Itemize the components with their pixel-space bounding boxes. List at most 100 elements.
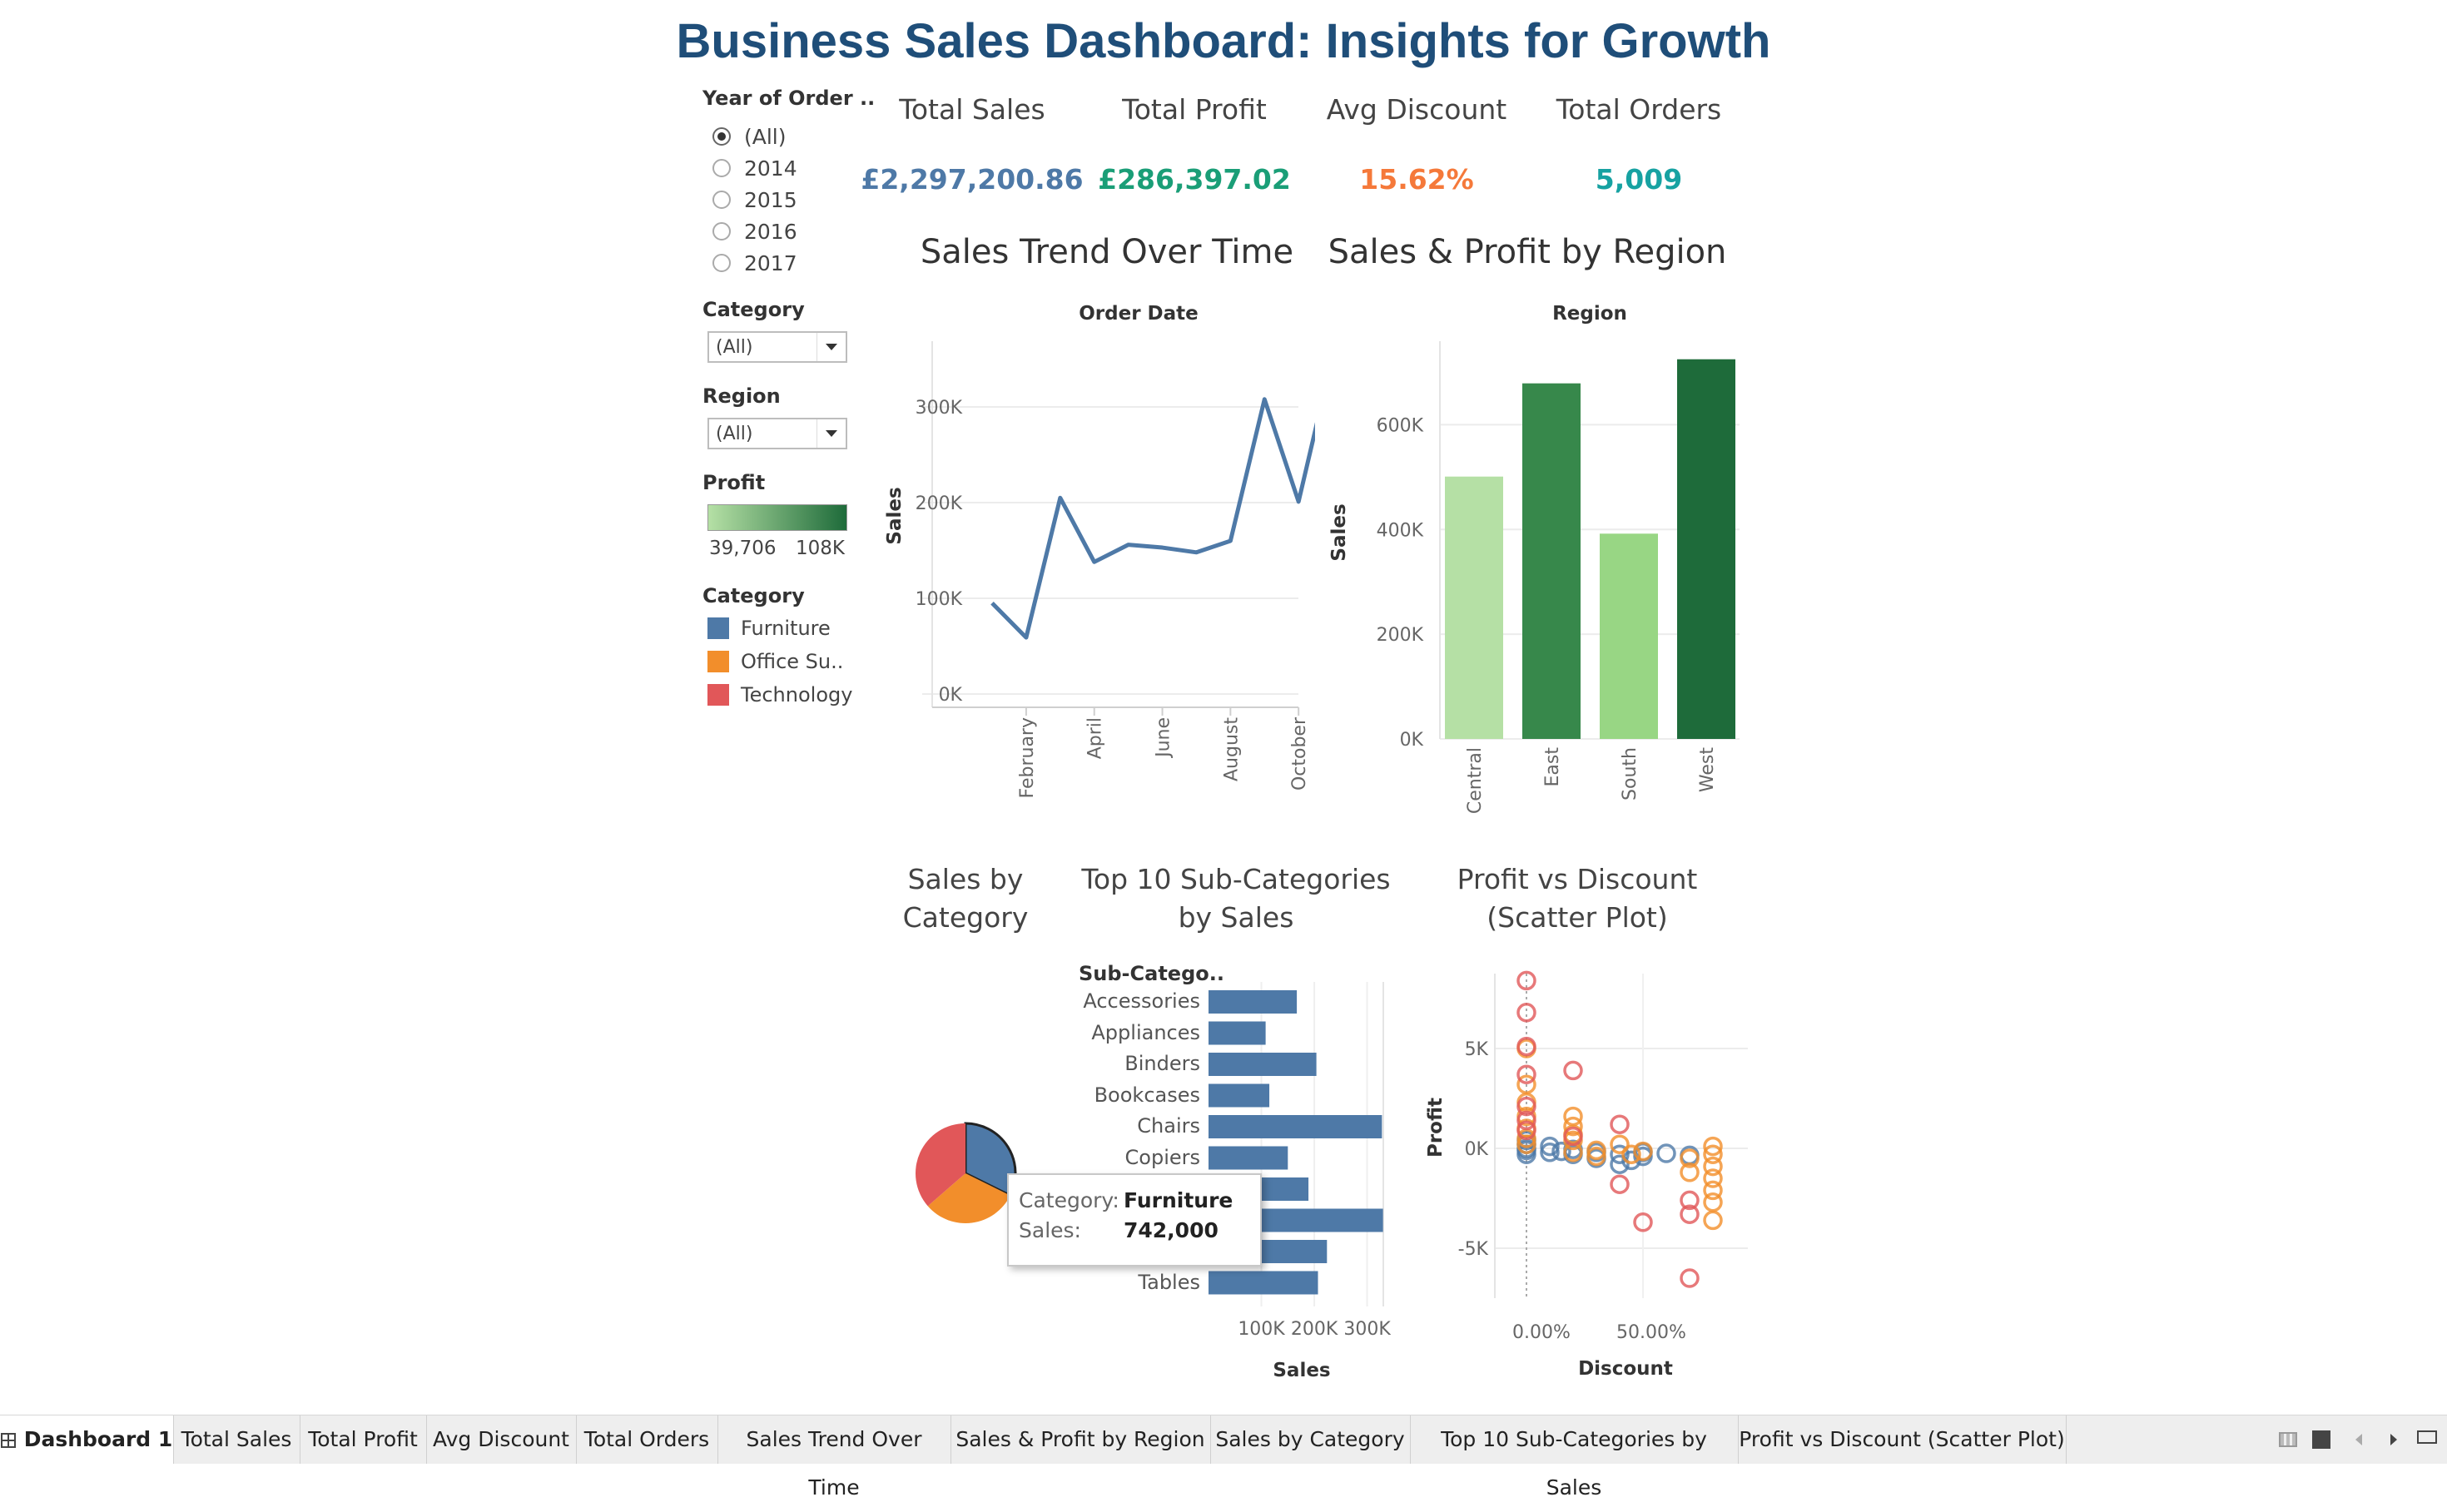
region-bar[interactable] bbox=[1445, 476, 1503, 739]
scatter-point[interactable] bbox=[1703, 1210, 1723, 1231]
kpi-avg-discount-value: 15.62% bbox=[1359, 163, 1474, 196]
subcategory-label: Binders bbox=[1124, 1052, 1200, 1075]
filmstrip-view-icon[interactable] bbox=[2312, 1430, 2330, 1449]
subcategory-bar[interactable] bbox=[1209, 1083, 1270, 1108]
sales-trend-series-line[interactable] bbox=[990, 356, 1315, 640]
kpi-total-orders-label: Total Orders bbox=[1556, 93, 1722, 126]
subcategory-bar[interactable] bbox=[1209, 1271, 1318, 1295]
profit-vs-discount-scatter[interactable]: Profit 5K 0K -5K 0.00% 50.00% Discount bbox=[1415, 957, 1756, 1390]
y-tick-label: 0K bbox=[1400, 730, 1424, 751]
y-tick-label: 5K bbox=[1465, 1039, 1489, 1060]
subcategory-label: Copiers bbox=[1124, 1145, 1200, 1169]
subcategory-bar[interactable] bbox=[1209, 1115, 1382, 1138]
tab-sales-profit-region[interactable]: Sales & Profit by Region bbox=[951, 1415, 1211, 1464]
chevron-down-icon[interactable] bbox=[816, 333, 846, 361]
pie-section-title: Sales by Category bbox=[902, 863, 1029, 934]
region-bar-chart[interactable]: Region Sales 0K 200K 400K 600K Central East S… bbox=[1315, 291, 1748, 832]
scatter-point[interactable] bbox=[1680, 1268, 1700, 1288]
radio-icon[interactable] bbox=[712, 159, 731, 177]
scroll-left-icon[interactable] bbox=[2355, 1434, 2362, 1445]
x-tick-label: 0.00% bbox=[1512, 1322, 1571, 1343]
sheet-tab-bar: Dashboard 1 Total Sales Total Profit Avg… bbox=[0, 1415, 2447, 1500]
swatch-icon bbox=[707, 684, 729, 706]
tab-sales-by-category[interactable]: Sales by Category bbox=[1210, 1415, 1411, 1464]
region-bar[interactable] bbox=[1677, 359, 1735, 739]
tab-total-profit[interactable]: Total Profit bbox=[300, 1415, 427, 1464]
tab-dashboard-1[interactable]: Dashboard 1 bbox=[0, 1415, 174, 1464]
tab-profit-vs-discount[interactable]: Profit vs Discount (Scatter Plot) bbox=[1738, 1415, 2067, 1464]
region-dropdown-value: (All) bbox=[716, 424, 753, 444]
subcategory-label: Tables bbox=[1138, 1270, 1200, 1294]
year-option-2017[interactable]: 2017 bbox=[712, 248, 797, 278]
year-option-2016[interactable]: 2016 bbox=[712, 216, 797, 246]
pie-tooltip: Category: Furniture Sales: 742,000 bbox=[1007, 1173, 1262, 1267]
scatter-section-title: Profit vs Discount (Scatter Plot) bbox=[1457, 863, 1698, 934]
y-tick-label: 200K bbox=[916, 493, 963, 514]
tab-avg-discount[interactable]: Avg Discount bbox=[426, 1415, 577, 1464]
year-option-all[interactable]: (All) bbox=[712, 121, 787, 151]
kpi-total-orders-value: 5,009 bbox=[1595, 163, 1683, 196]
tab-sales-trend[interactable]: Sales Trend Over Time bbox=[717, 1415, 951, 1500]
x-tick-label: West bbox=[1697, 747, 1718, 792]
region-section-title: Sales & Profit by Region bbox=[1328, 233, 1727, 271]
subcategory-bar[interactable] bbox=[1209, 1053, 1317, 1076]
subcategory-bar[interactable] bbox=[1209, 990, 1298, 1014]
dashboard-title: Business Sales Dashboard: Insights for G… bbox=[676, 14, 1771, 68]
y-tick-label: 200K bbox=[1377, 625, 1424, 646]
radio-icon[interactable] bbox=[712, 254, 731, 272]
scatter-point[interactable] bbox=[1563, 1106, 1583, 1127]
radio-icon[interactable] bbox=[712, 222, 731, 240]
sales-by-category-pie[interactable] bbox=[907, 1115, 1024, 1232]
chevron-down-icon[interactable] bbox=[816, 419, 846, 448]
scatter-point[interactable] bbox=[1610, 1114, 1630, 1134]
scatter-point[interactable] bbox=[1610, 1174, 1630, 1194]
scatter-xlabel: Discount bbox=[1578, 1358, 1673, 1380]
swatch-icon bbox=[707, 617, 729, 639]
tab-total-sales[interactable]: Total Sales bbox=[173, 1415, 300, 1464]
region-filter-label: Region bbox=[702, 384, 781, 408]
x-tick-label: June bbox=[1154, 717, 1174, 759]
subcategory-label: Accessories bbox=[1083, 989, 1200, 1013]
region-bar[interactable] bbox=[1522, 383, 1581, 739]
presentation-mode-icon[interactable] bbox=[2417, 1430, 2437, 1444]
y-tick-label: -5K bbox=[1458, 1239, 1489, 1260]
subcategory-bar[interactable] bbox=[1209, 1021, 1266, 1045]
kpi-total-profit-label: Total Profit bbox=[1122, 93, 1267, 126]
x-tick-label: April bbox=[1085, 717, 1106, 759]
legend-item-office-supplies[interactable]: Office Su.. bbox=[707, 649, 843, 674]
x-tick-label: South bbox=[1620, 747, 1640, 801]
tab-total-orders[interactable]: Total Orders bbox=[576, 1415, 718, 1464]
tooltip-sales-value: 742,000 bbox=[1124, 1218, 1219, 1242]
profit-color-ramp bbox=[707, 504, 847, 531]
scatter-point[interactable] bbox=[1703, 1192, 1723, 1212]
x-tick-label: East bbox=[1542, 747, 1563, 787]
profit-legend-min: 39,706 bbox=[709, 538, 777, 559]
grid-view-icon[interactable] bbox=[2279, 1432, 2297, 1447]
radio-icon[interactable] bbox=[712, 127, 731, 146]
year-option-2014[interactable]: 2014 bbox=[712, 153, 797, 183]
radio-icon[interactable] bbox=[712, 191, 731, 209]
tab-top10-subcategories[interactable]: Top 10 Sub-Categories by Sales bbox=[1410, 1415, 1739, 1500]
dashboard-icon bbox=[0, 1433, 16, 1448]
profit-legend-max: 108K bbox=[796, 538, 845, 559]
legend-item-technology[interactable]: Technology bbox=[707, 682, 852, 707]
y-tick-label: 0K bbox=[1465, 1139, 1489, 1160]
trend-section-title: Sales Trend Over Time bbox=[920, 233, 1294, 271]
scatter-point[interactable] bbox=[1563, 1060, 1583, 1081]
region-bar[interactable] bbox=[1600, 533, 1658, 739]
scatter-point[interactable] bbox=[1516, 1003, 1536, 1023]
subcategory-bar[interactable] bbox=[1209, 1146, 1288, 1170]
region-dropdown[interactable]: (All) bbox=[707, 418, 847, 449]
scroll-right-icon[interactable] bbox=[2390, 1434, 2397, 1445]
category-dropdown[interactable]: (All) bbox=[707, 331, 847, 363]
kpi-total-profit-value: £286,397.02 bbox=[1098, 163, 1291, 196]
kpi-avg-discount-label: Avg Discount bbox=[1326, 93, 1507, 126]
top10-section-title: Top 10 Sub-Categories by Sales bbox=[1081, 863, 1391, 934]
sales-trend-line-chart[interactable]: Order Date Sales 0K 100K 200K 300K February… bbox=[866, 291, 1315, 824]
kpi-total-sales-value: £2,297,200.86 bbox=[861, 163, 1084, 196]
x-tick-label: 300K bbox=[1343, 1319, 1391, 1340]
legend-item-furniture[interactable]: Furniture bbox=[707, 616, 831, 641]
year-option-2015[interactable]: 2015 bbox=[712, 185, 797, 215]
region-chart-ylabel: Sales bbox=[1328, 503, 1350, 561]
top10-xlabel: Sales bbox=[1273, 1360, 1330, 1381]
